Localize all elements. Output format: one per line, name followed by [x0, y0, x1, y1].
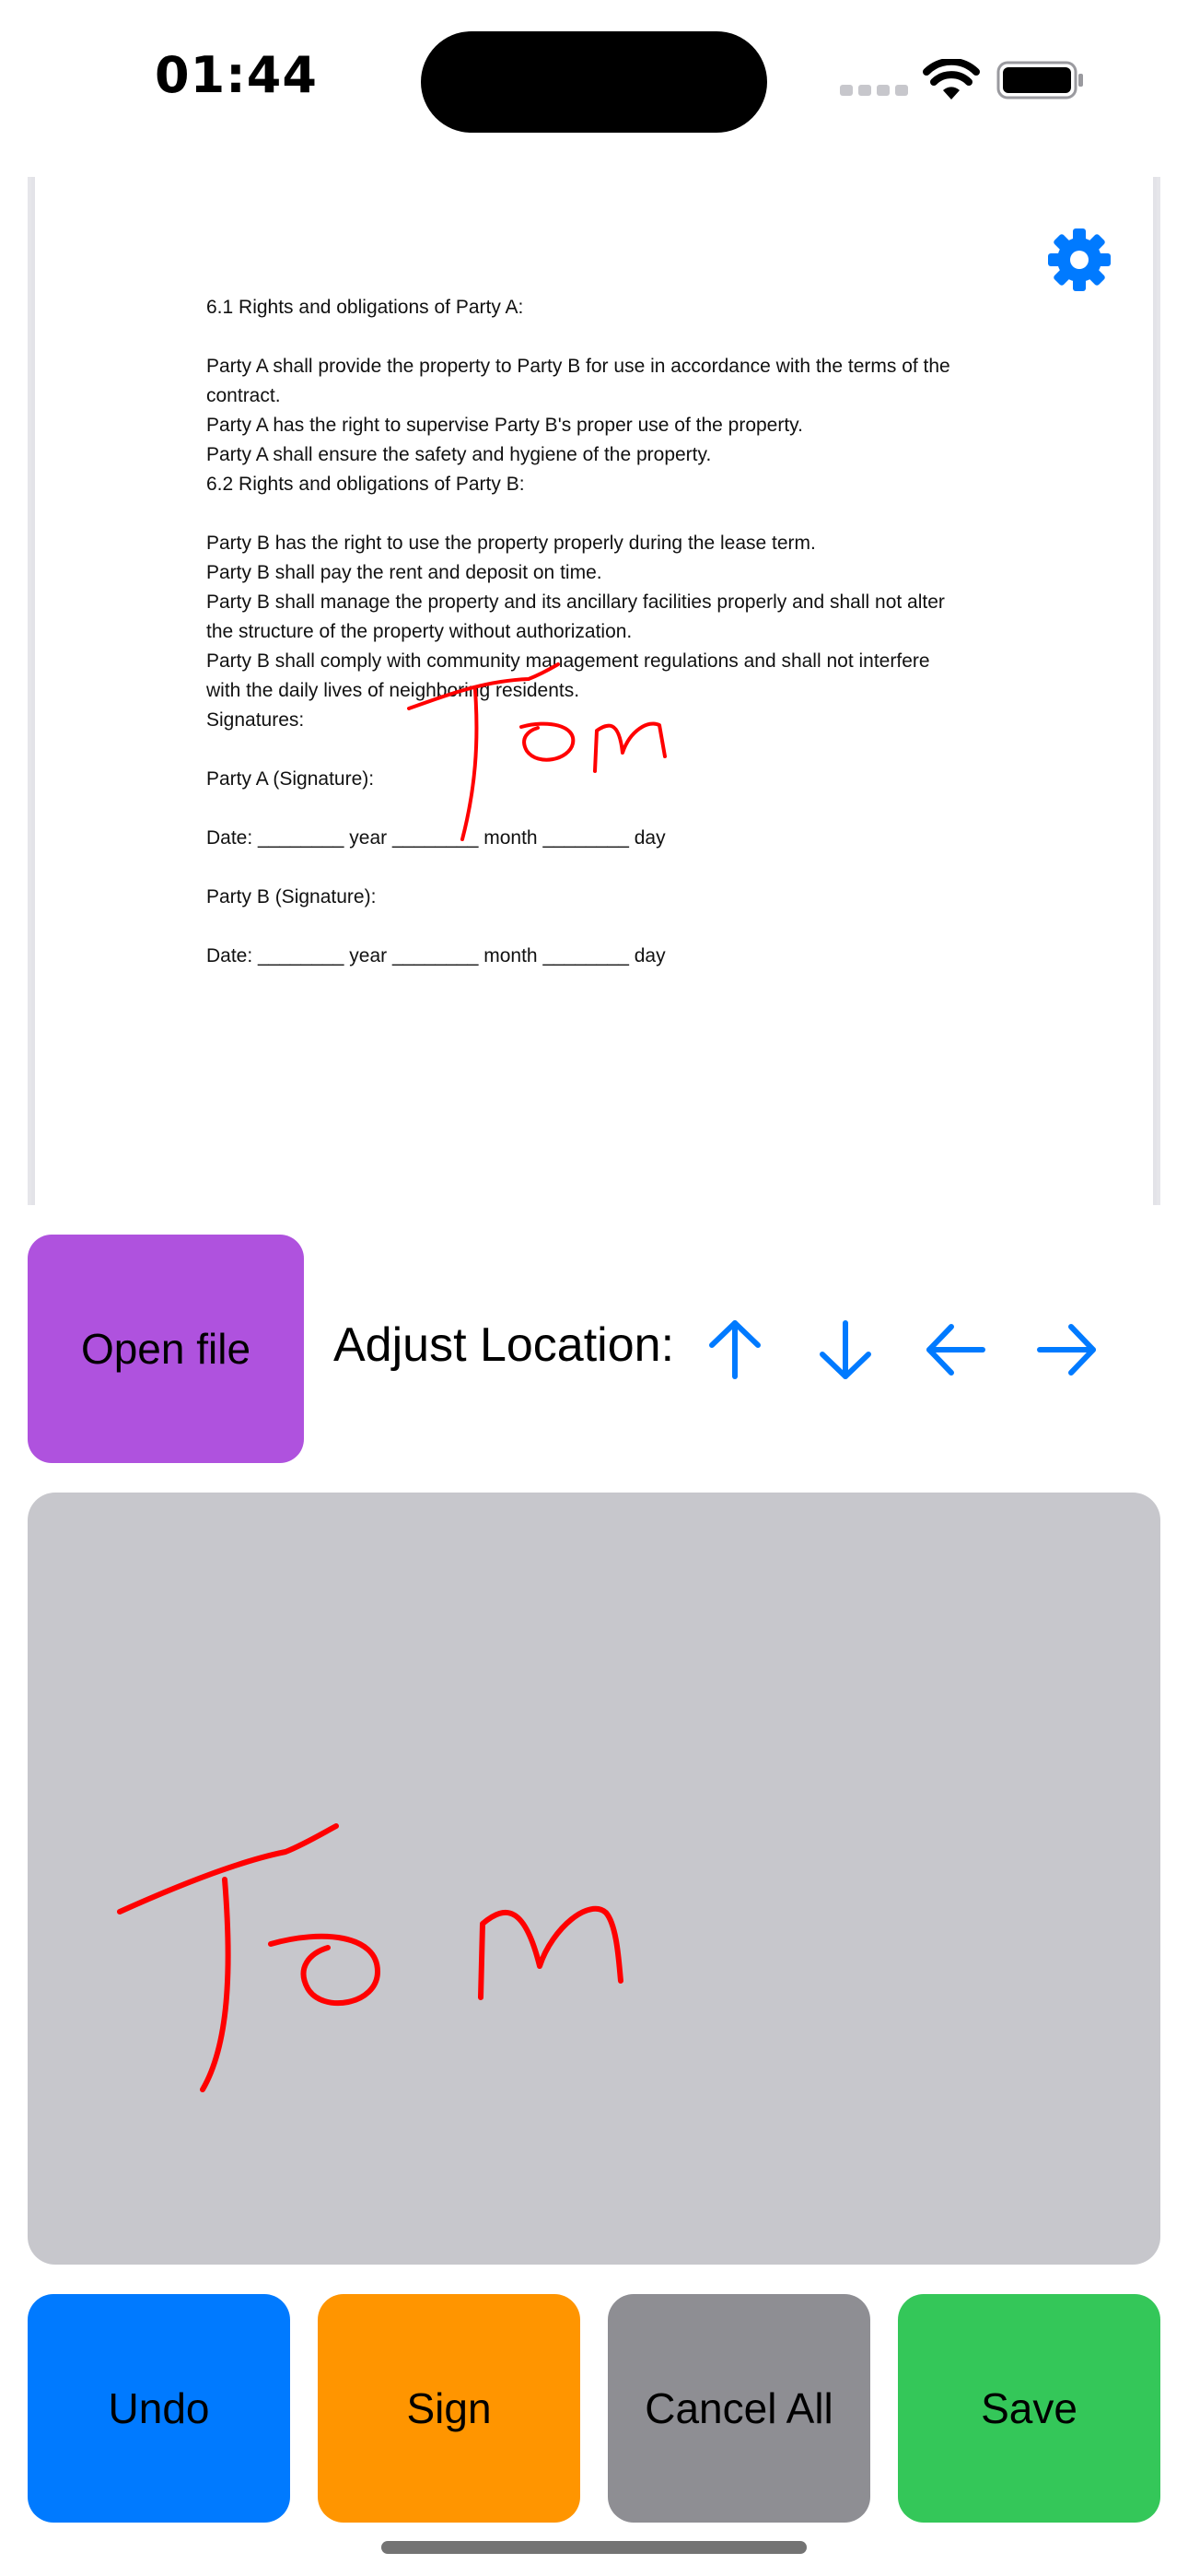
doc-line [206, 912, 987, 942]
cancel-all-button[interactable]: Cancel All [608, 2294, 870, 2523]
doc-line: Party B has the right to use the propert… [206, 533, 816, 554]
arrow-right-icon[interactable] [1034, 1317, 1099, 1382]
doc-line: 6.2 Rights and obligations of Party B: [206, 474, 525, 495]
arrow-up-icon[interactable] [703, 1317, 767, 1382]
pdf-viewer[interactable]: 6.1 Rights and obligations of Party A: P… [28, 177, 1160, 1205]
dynamic-island [421, 31, 767, 133]
doc-line: Party A shall provide the property to Pa… [206, 356, 950, 377]
doc-line: Party B (Signature): [206, 886, 377, 907]
status-time: 01:44 [155, 46, 318, 104]
arrow-left-icon[interactable] [924, 1317, 988, 1382]
doc-line: Party B shall pay the rent and deposit o… [206, 562, 602, 583]
doc-line: Party A has the right to supervise Party… [206, 415, 803, 436]
doc-line [206, 322, 987, 352]
doc-line: contract. [206, 385, 281, 406]
home-indicator [381, 2541, 807, 2554]
doc-line [206, 853, 987, 883]
save-button[interactable]: Save [898, 2294, 1160, 2523]
doc-line: Party B shall manage the property and it… [206, 591, 945, 613]
arrow-down-icon[interactable] [813, 1317, 878, 1382]
signature-pad[interactable] [28, 1493, 1160, 2265]
adjust-location-label: Adjust Location: [333, 1318, 675, 1372]
gear-icon[interactable] [1046, 227, 1112, 293]
cellular-signal-icon [840, 85, 908, 96]
doc-line: 6.1 Rights and obligations of Party A: [206, 297, 524, 318]
doc-line [206, 499, 987, 529]
battery-icon [996, 61, 1083, 100]
undo-button[interactable]: Undo [28, 2294, 290, 2523]
wifi-icon [923, 59, 980, 100]
open-file-button[interactable]: Open file [28, 1235, 304, 1463]
document-text: 6.1 Rights and obligations of Party A: P… [206, 293, 987, 971]
doc-line: Date: ________ year ________ month _____… [206, 945, 666, 966]
sign-button[interactable]: Sign [318, 2294, 580, 2523]
doc-line: Party A shall ensure the safety and hygi… [206, 444, 712, 465]
signature-drawing [117, 1823, 623, 2092]
placed-signature[interactable] [372, 642, 768, 854]
